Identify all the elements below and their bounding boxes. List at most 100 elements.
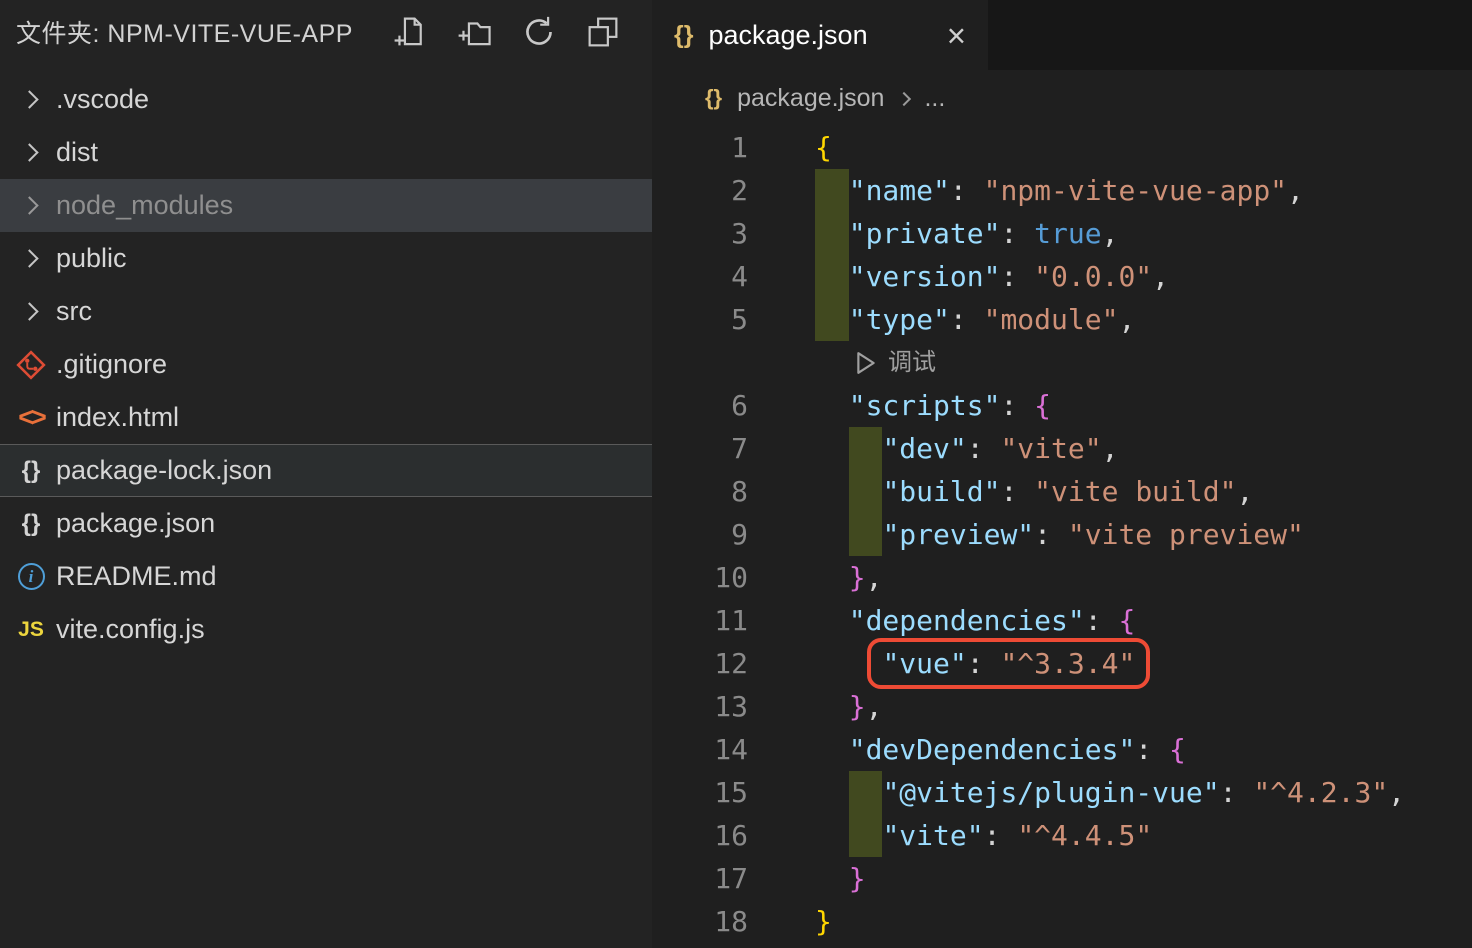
- line-number: 12: [714, 647, 748, 680]
- code-line-content: "vite": "^4.4.5": [815, 814, 1472, 857]
- code-line: 16 "vite": "^4.4.5": [652, 814, 1472, 857]
- js-icon: JS: [18, 617, 44, 641]
- line-number: 15: [714, 776, 748, 809]
- refresh-explorer-button[interactable]: [520, 13, 558, 51]
- tree-item-README.md[interactable]: i README.md: [0, 550, 652, 603]
- chevron-right-icon: [10, 302, 52, 321]
- code-line-content: "private": true,: [815, 212, 1472, 255]
- code-line-content: "preview": "vite preview": [815, 513, 1472, 556]
- code-line-content: "dev": "vite",: [815, 427, 1472, 470]
- tree-item-package.json[interactable]: {} package.json: [0, 497, 652, 550]
- vue-dependency-annotation: "vue": "^3.3.4": [867, 638, 1151, 689]
- chevron-right-icon: [897, 91, 912, 107]
- line-number: 10: [714, 561, 748, 594]
- vscode-window: 文件夹: NPM-VITE-VUE-APP .vscode dist node_…: [0, 0, 1472, 948]
- line-number: 16: [714, 819, 748, 852]
- line-number: 3: [731, 217, 748, 250]
- code-editor[interactable]: 1{2 "name": "npm-vite-vue-app", 3 "privat…: [652, 126, 1472, 948]
- code-line: 4 "version": "0.0.0",: [652, 255, 1472, 298]
- breadcrumb: {} package.json ...: [652, 70, 1472, 126]
- new-folder-button[interactable]: [456, 13, 494, 51]
- code-line: 2 "name": "npm-vite-vue-app",: [652, 169, 1472, 212]
- line-number: 8: [731, 475, 748, 508]
- code-line: 10 },: [652, 556, 1472, 599]
- explorer-header: 文件夹: NPM-VITE-VUE-APP: [0, 0, 652, 64]
- json-braces-icon: {}: [705, 85, 723, 110]
- line-number: 18: [714, 905, 748, 938]
- info-icon: i: [10, 563, 52, 590]
- line-number: 7: [731, 432, 748, 465]
- close-tab-icon[interactable]: ×: [947, 19, 966, 52]
- collapse-folders-button[interactable]: [584, 13, 622, 51]
- tree-item-label: .gitignore: [56, 349, 168, 379]
- line-number: 5: [731, 303, 748, 336]
- new-folder-icon: [458, 22, 491, 46]
- tree-item-label: README.md: [56, 561, 217, 591]
- code-line-content: "version": "0.0.0",: [815, 255, 1472, 298]
- tree-item-.vscode[interactable]: .vscode: [0, 73, 652, 126]
- code-line-content: "name": "npm-vite-vue-app",: [815, 169, 1472, 212]
- tree-item-label: package.json: [56, 508, 216, 538]
- tree-item-label: dist: [56, 137, 99, 167]
- code-line: 18}: [652, 900, 1472, 943]
- tree-item-node_modules[interactable]: node_modules: [0, 179, 652, 232]
- code-line-content: 调试: [815, 341, 1472, 384]
- tree-item-package-lock.json[interactable]: {} package-lock.json: [0, 444, 652, 497]
- braces-icon: {}: [21, 509, 41, 537]
- code-line-content: },: [848, 561, 883, 594]
- code-line: 6 "scripts": {: [652, 384, 1472, 427]
- breadcrumb-more[interactable]: ...: [924, 84, 945, 113]
- line-number: 17: [714, 862, 748, 895]
- code-line-content: "build": "vite build",: [815, 470, 1472, 513]
- new-file-icon: [394, 17, 422, 46]
- code-line: 5 "type": "module",: [652, 298, 1472, 341]
- breadcrumb-file[interactable]: package.json: [737, 84, 884, 113]
- codelens-row: 调试: [652, 341, 1472, 384]
- tree-item-src[interactable]: src: [0, 285, 652, 338]
- tree-item-label: vite.config.js: [56, 614, 205, 644]
- tree-item-.gitignore[interactable]: .gitignore: [0, 338, 652, 391]
- line-number: 11: [714, 604, 748, 637]
- tree-item-index.html[interactable]: <> index.html: [0, 391, 652, 444]
- code-line: 1{: [652, 126, 1472, 169]
- tree-item-label: src: [56, 296, 92, 326]
- debug-codelens[interactable]: 调试: [855, 341, 936, 384]
- code-line-content: "dependencies": {: [848, 604, 1136, 637]
- code-line-content: {: [815, 131, 832, 164]
- explorer-folder-title: 文件夹: NPM-VITE-VUE-APP: [16, 20, 353, 48]
- tree-item-label: package-lock.json: [56, 455, 273, 485]
- tab-package-json[interactable]: {} package.json ×: [652, 0, 988, 70]
- play-icon: [857, 351, 875, 374]
- editor-area: {} package.json × {} package.json ... 1{…: [652, 0, 1472, 948]
- code-line-content: "scripts": {: [848, 389, 1052, 422]
- collapse-folders-icon: [588, 17, 618, 47]
- tree-item-dist[interactable]: dist: [0, 126, 652, 179]
- chevron-right-icon: [10, 90, 52, 109]
- codelens-label: 调试: [888, 349, 936, 376]
- code-line: 7 "dev": "vite",: [652, 427, 1472, 470]
- tree-item-label: .vscode: [56, 84, 150, 114]
- tree-item-vite.config.js[interactable]: JS vite.config.js: [0, 603, 652, 656]
- html-icon: <>: [18, 402, 47, 432]
- line-number: 2: [731, 174, 748, 207]
- tree-item-public[interactable]: public: [0, 232, 652, 285]
- tab-label: package.json: [708, 19, 868, 50]
- new-file-button[interactable]: [392, 13, 430, 51]
- explorer-actions: [392, 13, 622, 51]
- braces-icon: {}: [21, 456, 41, 484]
- refresh-icon: [526, 16, 552, 45]
- code-line-content: }: [848, 862, 866, 895]
- code-line-content: "devDependencies": {: [848, 733, 1186, 766]
- code-line-content: "vue": "^3.3.4": [815, 638, 1472, 689]
- code-line: 17 }: [652, 857, 1472, 900]
- code-line: 14 "devDependencies": {: [652, 728, 1472, 771]
- line-number: [652, 341, 748, 384]
- code-line-content: "@vitejs/plugin-vue": "^4.2.3",: [815, 771, 1472, 814]
- tab-bar: {} package.json ×: [652, 0, 1472, 70]
- code-line-content: "type": "module",: [815, 298, 1472, 341]
- tree-item-label: index.html: [56, 402, 180, 432]
- code-line: 12 "vue": "^3.3.4": [652, 638, 1472, 689]
- code-line: 8 "build": "vite build",: [652, 470, 1472, 513]
- json-braces-icon: {}: [674, 20, 694, 49]
- tree-item-label: public: [56, 243, 127, 273]
